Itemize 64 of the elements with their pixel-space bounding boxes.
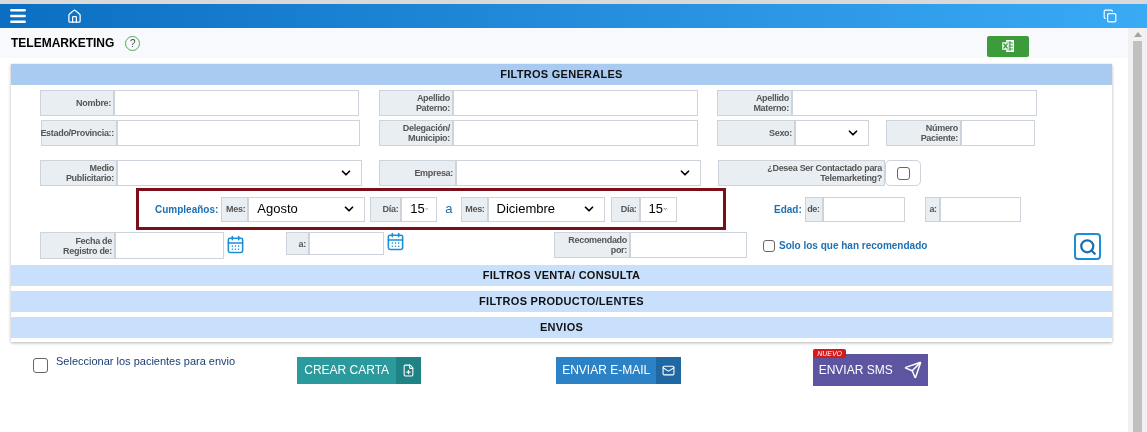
spreadsheet-icon bbox=[1001, 39, 1015, 53]
section-header[interactable]: FILTROS VENTA/ CONSULTA bbox=[11, 265, 1112, 286]
dropdown[interactable]: Diciembre bbox=[487, 196, 605, 222]
send-email-button[interactable]: ENVIAR E-MAIL bbox=[556, 356, 682, 384]
field-label: Empresa: bbox=[379, 160, 456, 186]
field-label: Sexo: bbox=[717, 120, 795, 146]
search-button[interactable] bbox=[1074, 233, 1101, 260]
dropdown[interactable] bbox=[117, 160, 362, 186]
field-label: Número Paciente: bbox=[886, 120, 961, 146]
field-label: Medio Publicitario: bbox=[40, 160, 117, 186]
checkbox-label: Solo los que han recomendado bbox=[779, 239, 928, 253]
checkbox[interactable] bbox=[896, 166, 910, 180]
input-field[interactable] bbox=[453, 90, 698, 116]
age-label: Edad: bbox=[774, 202, 802, 217]
input-field[interactable] bbox=[117, 120, 360, 146]
input-field[interactable] bbox=[822, 196, 905, 222]
section-header[interactable]: ENVIOS bbox=[11, 317, 1112, 338]
page-title: TELEMARKETING bbox=[11, 35, 115, 52]
input-field[interactable] bbox=[309, 232, 384, 255]
home-icon[interactable] bbox=[67, 8, 82, 24]
paper-plane-icon bbox=[904, 361, 923, 379]
scrollbar-thumb[interactable] bbox=[1133, 41, 1142, 432]
input-field[interactable] bbox=[114, 90, 359, 116]
field-label: Nombre: bbox=[40, 90, 114, 116]
calendar-icon[interactable] bbox=[386, 232, 405, 251]
field-label: Apellido Paterno: bbox=[379, 90, 453, 116]
field-label: a: bbox=[286, 232, 309, 255]
checkbox-label: Seleccionar los pacientes para envio bbox=[56, 354, 236, 370]
input-field[interactable] bbox=[115, 232, 224, 259]
menu-icon[interactable] bbox=[8, 6, 28, 26]
input-field[interactable] bbox=[453, 120, 698, 146]
dropdown[interactable]: Agosto bbox=[248, 196, 366, 222]
field-label: ¿Desea Ser Contactado para Telemarketing? bbox=[718, 160, 885, 186]
checkbox[interactable] bbox=[763, 239, 775, 252]
field-label: Delegación/ Municipio: bbox=[379, 120, 453, 146]
field-label: Mes: bbox=[460, 196, 488, 222]
birthday-label: Cumpleaños: bbox=[155, 202, 219, 217]
search-icon bbox=[1078, 237, 1097, 256]
section-header[interactable]: FILTROS PRODUCTO/LENTES bbox=[11, 291, 1112, 312]
field-label: Apellido Materno: bbox=[717, 90, 792, 116]
input-field[interactable] bbox=[630, 232, 747, 258]
input-field[interactable] bbox=[961, 120, 1035, 146]
field-label: a: bbox=[924, 196, 940, 222]
windows-icon[interactable] bbox=[1103, 9, 1117, 23]
field-label: Mes: bbox=[221, 196, 249, 222]
dropdown[interactable] bbox=[795, 120, 869, 146]
dropdown[interactable]: 15 bbox=[401, 196, 438, 222]
dropdown[interactable]: 15 bbox=[639, 196, 677, 222]
range-separator: a bbox=[445, 200, 453, 219]
excel-export-button[interactable] bbox=[987, 35, 1029, 57]
section-header[interactable]: FILTROS GENERALES bbox=[11, 64, 1112, 85]
envelope-icon bbox=[662, 363, 676, 377]
field-label: Recomendado por: bbox=[554, 232, 630, 258]
field-label: Fecha de Registro de: bbox=[40, 232, 115, 259]
field-label: Día: bbox=[370, 196, 402, 222]
document-plus-icon bbox=[402, 363, 416, 377]
input-field[interactable] bbox=[939, 196, 1021, 222]
field-label: Estado/Provincia:: bbox=[41, 120, 117, 146]
field-label: Día: bbox=[610, 196, 640, 222]
field-label: de: bbox=[804, 196, 823, 222]
calendar-icon[interactable] bbox=[226, 235, 245, 254]
checkbox[interactable] bbox=[33, 358, 48, 373]
input-field[interactable] bbox=[792, 90, 1037, 116]
dropdown[interactable] bbox=[456, 160, 701, 186]
